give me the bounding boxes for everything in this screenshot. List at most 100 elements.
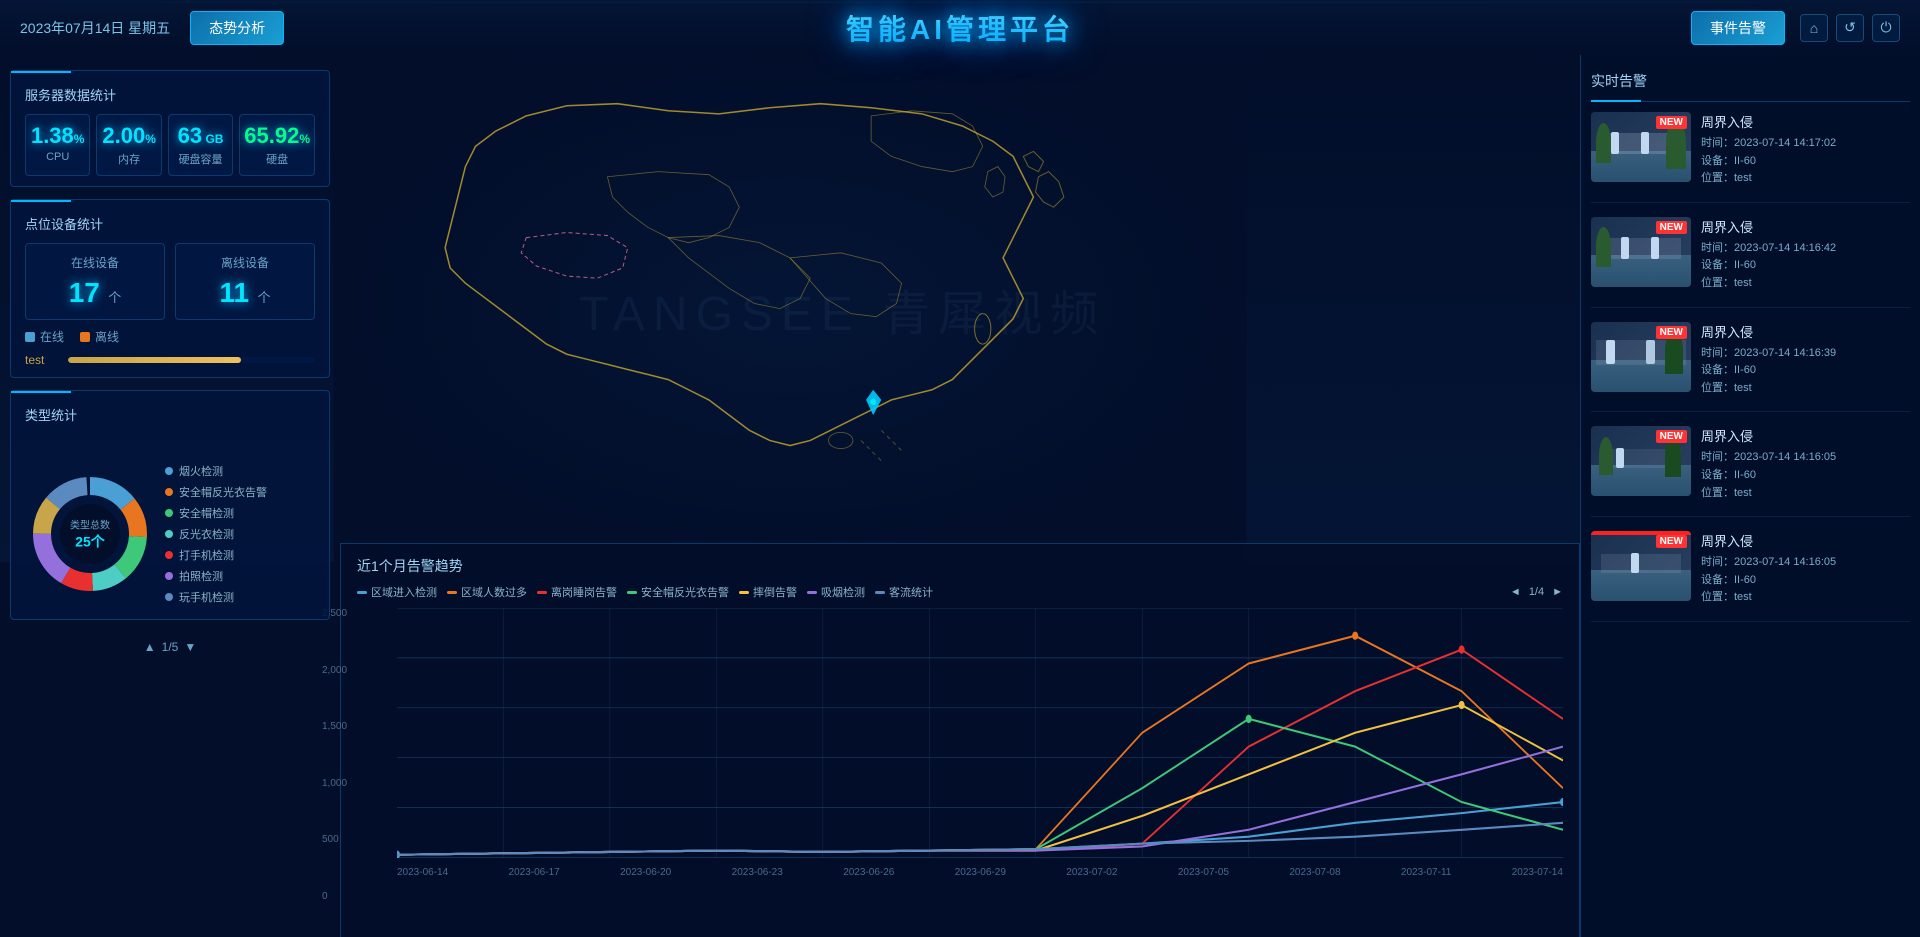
next-chart-icon[interactable]: ►	[1552, 586, 1563, 598]
location-bar: test	[25, 353, 315, 367]
disk-value: 65.92%	[244, 123, 310, 149]
device-stats-title: 点位设备统计	[25, 210, 315, 233]
alert-info-4: 周界入侵 时间：2023-07-14 14:16:05 设备：II-60 位置：…	[1701, 426, 1910, 502]
refresh-icon[interactable]: ↺	[1836, 14, 1864, 42]
legend-item-2: 区域人数过多	[447, 584, 527, 600]
alert-button[interactable]: 事件告警	[1691, 11, 1785, 45]
alert-thumb-4: NEW	[1591, 426, 1691, 496]
legend-dot-4	[627, 591, 637, 594]
online-unit: 个	[108, 290, 121, 305]
page-info: 1/5	[162, 640, 179, 654]
type-legend-item-7: 玩手机检测	[165, 589, 315, 605]
legend-dot-6	[807, 591, 817, 594]
prev-chart-icon[interactable]: ◄	[1510, 586, 1521, 598]
legend-dot-5	[739, 591, 749, 594]
legend-item-3: 离岗睡岗告警	[537, 584, 617, 600]
alert-item-1: NEW 周界入侵 时间：2023-07-14 14:17:02 设备：II-60…	[1591, 112, 1910, 203]
offline-unit: 个	[258, 290, 271, 305]
platform-title: 智能AI管理平台	[846, 8, 1074, 48]
header-left: 2023年07月14日 星期五 态势分析	[20, 11, 284, 45]
alert-thumb-2: NEW	[1591, 217, 1691, 287]
location-progress-fill	[68, 357, 241, 363]
online-legend-dot	[25, 332, 35, 342]
cpu-label: CPU	[30, 151, 85, 163]
alert-thumb-3: NEW	[1591, 322, 1691, 392]
next-page-icon[interactable]: ▼	[184, 640, 196, 654]
alert-type-4: 周界入侵	[1701, 426, 1910, 445]
alert-meta-1: 时间：2023-07-14 14:17:02 设备：II-60 位置：test	[1701, 135, 1910, 188]
legend-dot-7	[875, 591, 885, 594]
server-stats-card: 服务器数据统计 1.38% CPU 2.00% 内存 63 GB 硬盘容量	[10, 70, 330, 187]
offline-legend: 离线	[80, 328, 119, 345]
analysis-button[interactable]: 态势分析	[190, 11, 284, 45]
right-panel: 实时告警 NEW 周界入侵 时间：2023-07-14 14:17:02 设备：…	[1580, 55, 1920, 937]
type-dot-2	[165, 488, 173, 496]
alert-item-4: NEW 周界入侵 时间：2023-07-14 14:16:05 设备：II-60…	[1591, 426, 1910, 517]
chart-wrapper: 2,500 2,000 1,500 1,000 500 0	[357, 608, 1563, 902]
type-stats-title: 类型统计	[25, 401, 315, 424]
memory-label: 内存	[101, 151, 156, 167]
legend-pagination: ◄ 1/4 ►	[1510, 586, 1563, 598]
type-panel: 类型总数 25个 烟火检测 安全帽反光衣告警 安全帽检测	[25, 434, 315, 634]
home-icon[interactable]: ⌂	[1800, 14, 1828, 42]
chart-title: 近1个月告警趋势	[357, 556, 1563, 576]
legend-item-7: 客流统计	[875, 584, 933, 600]
alert-meta-5: 时间：2023-07-14 14:16:05 设备：II-60 位置：test	[1701, 554, 1910, 607]
realtime-alert-title: 实时告警	[1591, 65, 1910, 102]
disk-capacity-label: 硬盘容量	[173, 151, 228, 167]
header-icons: ⌂ ↺ ⏻	[1800, 14, 1900, 42]
memory-stat: 2.00% 内存	[96, 114, 161, 176]
alert-info-5: 周界入侵 时间：2023-07-14 14:16:05 设备：II-60 位置：…	[1701, 531, 1910, 607]
alert-type-1: 周界入侵	[1701, 112, 1910, 131]
alert-type-2: 周界入侵	[1701, 217, 1910, 236]
type-dot-1	[165, 467, 173, 475]
offline-label: 离线设备	[186, 254, 304, 271]
alert-meta-3: 时间：2023-07-14 14:16:39 设备：II-60 位置：test	[1701, 345, 1910, 398]
offline-legend-dot	[80, 332, 90, 342]
alert-info-2: 周界入侵 时间：2023-07-14 14:16:42 设备：II-60 位置：…	[1701, 217, 1910, 293]
type-dot-3	[165, 509, 173, 517]
legend-dot-3	[537, 591, 547, 594]
prev-page-icon[interactable]: ▲	[144, 640, 156, 654]
alert-badge-2: NEW	[1656, 221, 1687, 234]
server-stats-title: 服务器数据统计	[25, 81, 315, 104]
header-right: 事件告警 ⌂ ↺ ⏻	[1691, 11, 1900, 45]
donut-chart: 类型总数 25个	[25, 469, 155, 599]
alert-meta-4: 时间：2023-07-14 14:16:05 设备：II-60 位置：test	[1701, 449, 1910, 502]
offline-count: 11	[219, 277, 249, 308]
type-legend-item-3: 安全帽检测	[165, 505, 315, 521]
cpu-stat: 1.38% CPU	[25, 114, 90, 176]
alert-badge-3: NEW	[1656, 326, 1687, 339]
line-chart-svg	[397, 608, 1563, 858]
type-dot-4	[165, 530, 173, 538]
chart-x-labels: 2023-06-14 2023-06-17 2023-06-20 2023-06…	[397, 867, 1563, 878]
alert-item-5: NEW 周界入侵 时间：2023-07-14 14:16:05 设备：II-60…	[1591, 531, 1910, 622]
power-icon[interactable]: ⏻	[1872, 14, 1900, 42]
legend-item-6: 吸烟检测	[807, 584, 865, 600]
location-progress-bar	[68, 357, 315, 363]
alert-badge-1: NEW	[1656, 116, 1687, 129]
chart-page: 1/4	[1529, 586, 1544, 598]
cpu-value: 1.38%	[30, 123, 85, 149]
legend-dot-2	[447, 591, 457, 594]
alert-badge-5: NEW	[1656, 535, 1687, 548]
offline-legend-label: 离线	[95, 328, 119, 345]
type-legend-item-5: 打手机检测	[165, 547, 315, 563]
device-legend: 在线 离线	[25, 328, 315, 345]
location-item: test	[25, 353, 315, 367]
alert-type-3: 周界入侵	[1701, 322, 1910, 341]
device-stats-card: 点位设备统计 在线设备 17 个 离线设备 11 个 在线	[10, 199, 330, 378]
online-count: 17	[69, 277, 100, 308]
type-legend-item-6: 拍照检测	[165, 568, 315, 584]
alert-thumb-5: NEW	[1591, 531, 1691, 601]
alert-meta-2: 时间：2023-07-14 14:16:42 设备：II-60 位置：test	[1701, 240, 1910, 293]
alert-item-2: NEW 周界入侵 时间：2023-07-14 14:16:42 设备：II-60…	[1591, 217, 1910, 308]
online-label: 在线设备	[36, 254, 154, 271]
online-legend-label: 在线	[40, 328, 64, 345]
donut-total-label: 类型总数	[70, 517, 110, 532]
legend-item-5: 摔倒告警	[739, 584, 797, 600]
type-stats-card: 类型统计 类型总数 25个	[10, 390, 330, 620]
donut-total-value: 25个	[70, 532, 110, 552]
legend-item-4: 安全帽反光衣告警	[627, 584, 729, 600]
type-legend-item-1: 烟火检测	[165, 463, 315, 479]
